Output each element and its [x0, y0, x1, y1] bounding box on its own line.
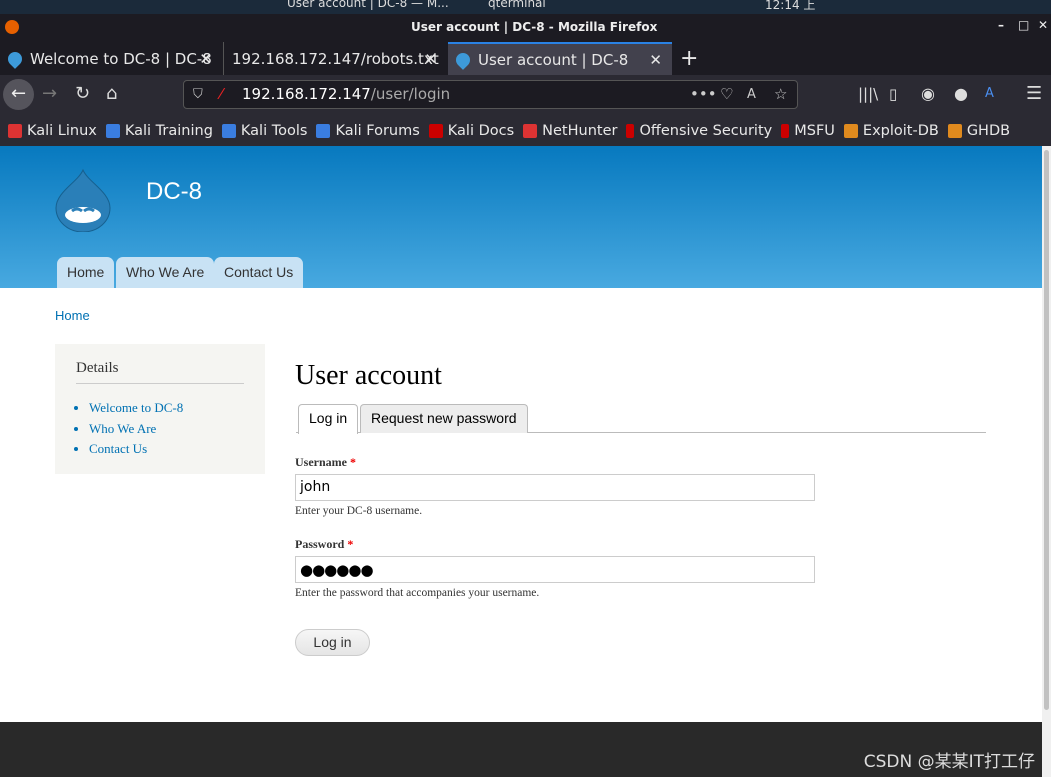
tab-request-new-password[interactable]: Request new password	[360, 404, 528, 433]
offsec-icon	[626, 123, 635, 138]
bookmark-ghdb[interactable]: GHDB	[947, 123, 1010, 139]
back-button[interactable]: ←	[3, 79, 34, 110]
kali-icon	[105, 123, 120, 138]
drupal-favicon-icon	[5, 48, 25, 69]
tab-log-in[interactable]: Log in	[298, 404, 359, 434]
tab-label: 192.168.172.147/robots.txt	[232, 49, 439, 68]
username-label: Username *	[295, 455, 356, 469]
new-tab-button[interactable]: +	[672, 42, 698, 75]
taskbar-firefox[interactable]: User account | DC-8 — M...	[287, 0, 449, 10]
translate-icon[interactable]: A	[747, 81, 756, 108]
taskbar-terminal[interactable]: qterminal	[488, 0, 546, 10]
kali-icon	[221, 123, 236, 138]
shield-icon[interactable]: ⛉	[193, 81, 203, 108]
sidebar-link-welcome[interactable]: Welcome to DC-8	[89, 398, 244, 419]
spider-icon	[843, 123, 858, 138]
required-marker: *	[349, 455, 356, 469]
tab-user-account[interactable]: User account | DC-8 ✕	[448, 42, 672, 75]
page-scrollbar[interactable]	[1042, 146, 1051, 777]
watermark: CSDN @某某IT打工仔	[863, 752, 1035, 772]
nav-contact-us[interactable]: Contact Us	[214, 257, 304, 288]
local-tabs: Log in Request new password	[296, 404, 986, 434]
tab-robots[interactable]: 192.168.172.147/robots.txt ✕	[223, 42, 447, 75]
bookmarks-toolbar: Kali Linux Kali Training Kali Tools Kali…	[0, 115, 1051, 146]
url-path: /user/login	[370, 85, 451, 103]
bookmark-star-icon[interactable]: ☆	[774, 81, 787, 108]
close-tab-icon[interactable]: ✕	[199, 50, 212, 68]
kali-icon	[316, 123, 331, 138]
account-icon[interactable]: ◉	[921, 84, 935, 103]
page-title: User account	[295, 360, 442, 391]
close-tab-icon[interactable]: ✕	[649, 51, 662, 69]
bookmark-exploit-db[interactable]: Exploit-DB	[843, 123, 939, 139]
bookmark-nethunter[interactable]: NetHunter	[523, 123, 617, 139]
spider-icon	[947, 123, 962, 138]
pocket-icon[interactable]: ♡	[720, 81, 733, 108]
close-tab-icon[interactable]: ✕	[424, 50, 437, 68]
home-button[interactable]: ⌂	[106, 83, 117, 104]
drupal-logo[interactable]	[54, 168, 112, 232]
maximize-button[interactable]: □	[1018, 18, 1029, 32]
username-description: Enter your DC-8 username.	[295, 505, 423, 517]
close-window-button[interactable]: ✕	[1038, 18, 1048, 32]
page-content: DC-8 Home Who We Are Contact Us Home Det…	[0, 146, 1042, 777]
reload-button[interactable]: ↻	[75, 83, 90, 104]
site-header: DC-8 Home Who We Are Contact Us	[0, 146, 1042, 288]
library-icon[interactable]: |||\	[858, 85, 878, 103]
window-titlebar: User account | DC-8 - Mozilla Firefox – …	[0, 14, 1051, 42]
password-label: Password *	[295, 537, 354, 551]
clock: 12:14 上	[765, 0, 816, 12]
kali-icon	[523, 123, 538, 138]
drupal-favicon-icon	[453, 49, 473, 70]
password-input[interactable]: ●●●●●●	[295, 556, 815, 583]
nav-home[interactable]: Home	[57, 257, 115, 288]
sidebar-details: Details Welcome to DC-8 Who We Are Conta…	[55, 344, 265, 474]
bookmark-offensive-security[interactable]: Offensive Security	[626, 123, 772, 139]
kali-icon	[8, 123, 22, 138]
page-actions-icon[interactable]: •••	[690, 81, 717, 108]
username-input[interactable]: john	[295, 474, 815, 501]
log-in-button[interactable]: Log in	[295, 629, 370, 656]
tab-label: User account | DC-8	[478, 50, 629, 69]
bookmark-msfu[interactable]: MSFU	[781, 123, 835, 139]
msfu-icon	[781, 123, 790, 138]
insecure-lock-icon[interactable]: ⁄	[220, 81, 223, 108]
breadcrumb-home[interactable]: Home	[55, 308, 90, 323]
sidebar-link-who-we-are[interactable]: Who We Are	[89, 419, 244, 440]
sidebar-icon[interactable]: ▯	[889, 85, 897, 103]
menu-icon[interactable]: ☰	[1026, 83, 1042, 104]
url-bar[interactable]: ⛉ ⁄ 192.168.172.147/user/login ••• ♡ A ☆	[183, 80, 798, 109]
tab-strip: Welcome to DC-8 | DC-8 ✕ 192.168.172.147/…	[0, 42, 1051, 75]
translate-extension-icon[interactable]: A	[985, 86, 994, 101]
password-description: Enter the password that accompanies your…	[295, 587, 540, 599]
docs-icon	[428, 123, 443, 138]
bookmark-kali-docs[interactable]: Kali Docs	[428, 123, 514, 139]
window-title: User account | DC-8 - Mozilla Firefox	[411, 20, 658, 34]
os-panel: User account | DC-8 — M... qterminal 12:…	[0, 0, 1051, 14]
url-host: 192.168.172.147	[242, 85, 371, 103]
bookmark-kali-training[interactable]: Kali Training	[105, 123, 213, 139]
bookmark-kali-tools[interactable]: Kali Tools	[221, 123, 307, 139]
firefox-icon	[5, 20, 19, 34]
sidebar-title: Details	[76, 360, 244, 384]
forward-button[interactable]: →	[42, 83, 57, 104]
tab-label: Welcome to DC-8 | DC-8	[30, 49, 212, 68]
tab-welcome[interactable]: Welcome to DC-8 | DC-8 ✕	[0, 42, 222, 75]
extension-icon[interactable]: ●	[954, 84, 968, 103]
nav-who-we-are[interactable]: Who We Are	[116, 257, 215, 288]
required-marker: *	[347, 537, 354, 551]
bookmark-kali-linux[interactable]: Kali Linux	[8, 123, 97, 139]
minimize-button[interactable]: –	[998, 18, 1004, 32]
site-name[interactable]: DC-8	[146, 178, 202, 206]
sidebar-link-contact-us[interactable]: Contact Us	[89, 439, 244, 460]
bookmark-kali-forums[interactable]: Kali Forums	[316, 123, 420, 139]
